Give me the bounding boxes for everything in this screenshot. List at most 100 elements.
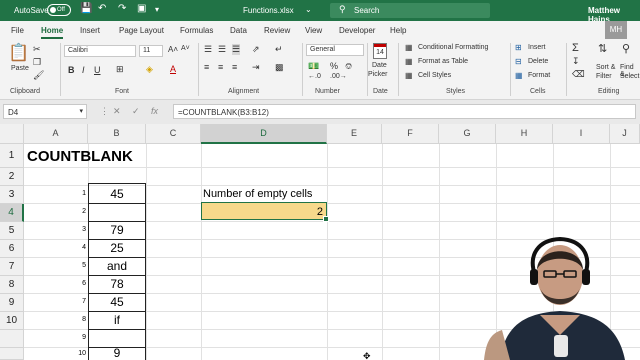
align-bottom-icon[interactable]: ☰ bbox=[232, 44, 241, 55]
tab-insert[interactable]: Insert bbox=[80, 26, 100, 35]
filename-chevron-icon[interactable]: ⌄ bbox=[305, 5, 312, 14]
insert-button[interactable]: Insert bbox=[528, 44, 546, 51]
conditional-formatting-button[interactable]: Conditional Formatting bbox=[418, 44, 488, 51]
percent-icon[interactable]: % bbox=[330, 61, 338, 71]
tab-home[interactable]: Home bbox=[41, 26, 64, 39]
tab-formulas[interactable]: Formulas bbox=[180, 26, 213, 35]
number-format-select[interactable]: General bbox=[306, 44, 364, 56]
align-left-icon[interactable]: ≡ bbox=[204, 62, 209, 72]
underline-icon[interactable]: U bbox=[94, 65, 101, 75]
cell-styles-button[interactable]: Cell Styles bbox=[418, 72, 451, 79]
column-header-b[interactable]: B bbox=[88, 124, 146, 144]
sort-filter-icon[interactable]: ⇅ bbox=[598, 42, 607, 55]
wrap-text-icon[interactable]: ↵ bbox=[275, 44, 283, 55]
grow-font-icon[interactable]: A˄ bbox=[168, 45, 178, 54]
more-options-icon[interactable]: ⋮ bbox=[100, 106, 109, 117]
chevron-down-icon[interactable]: ▾ bbox=[79, 107, 83, 115]
column-header-i[interactable]: I bbox=[553, 124, 610, 144]
row-header-7[interactable]: 7 bbox=[0, 258, 24, 276]
quick-access-icon[interactable]: ▣ bbox=[137, 3, 146, 14]
paste-icon[interactable]: 📋 bbox=[8, 43, 29, 63]
format-as-table-icon[interactable]: ▦ bbox=[405, 57, 413, 66]
date-picker-label-1[interactable]: Date bbox=[372, 62, 387, 69]
align-right-icon[interactable]: ≡ bbox=[232, 62, 237, 72]
font-name-select[interactable]: Calibri bbox=[64, 45, 136, 57]
row-header-10[interactable]: 10 bbox=[0, 312, 24, 330]
fill-icon[interactable]: ↧ bbox=[572, 56, 580, 67]
find-select-icon[interactable]: ⚲ bbox=[622, 42, 630, 55]
align-center-icon[interactable]: ≡ bbox=[218, 62, 223, 72]
row-header-2[interactable]: 2 bbox=[0, 168, 24, 186]
format-as-table-button[interactable]: Format as Table bbox=[418, 58, 468, 65]
clear-icon[interactable]: ⌫ bbox=[572, 69, 585, 80]
column-header-h[interactable]: H bbox=[496, 124, 553, 144]
column-header-e[interactable]: E bbox=[327, 124, 382, 144]
calendar-icon[interactable]: 14 bbox=[373, 43, 387, 59]
save-icon[interactable]: 💾 bbox=[80, 3, 92, 14]
date-picker-label-2[interactable]: Picker bbox=[368, 71, 387, 78]
font-size-select[interactable]: 11 bbox=[139, 45, 163, 57]
customize-toolbar-icon[interactable]: ▾ bbox=[155, 5, 159, 14]
column-header-f[interactable]: F bbox=[382, 124, 439, 144]
filter-label[interactable]: Filter bbox=[596, 73, 612, 80]
tab-help[interactable]: Help bbox=[390, 26, 406, 35]
font-color-icon[interactable]: A bbox=[170, 64, 176, 74]
insert-function-icon[interactable]: fx bbox=[151, 106, 158, 116]
format-cells-icon[interactable]: ▦ bbox=[515, 71, 523, 80]
row-header-11[interactable] bbox=[0, 330, 24, 348]
row-header-5[interactable]: 5 bbox=[0, 222, 24, 240]
copy-icon[interactable]: ❐ bbox=[33, 57, 41, 68]
undo-icon[interactable]: ↶ bbox=[98, 3, 106, 14]
italic-icon[interactable]: I bbox=[82, 65, 85, 75]
row-header-1[interactable]: 1 bbox=[0, 144, 24, 168]
cell-b8[interactable]: 78 bbox=[88, 277, 146, 291]
select-label[interactable]: Select bbox=[620, 73, 639, 80]
enter-icon[interactable]: ✓ bbox=[132, 106, 140, 117]
comma-style-icon[interactable]: ⎊ bbox=[345, 61, 352, 72]
bold-icon[interactable]: B bbox=[68, 65, 75, 75]
cell-b12[interactable]: 9 bbox=[88, 346, 146, 360]
row-header-4[interactable]: 4 bbox=[0, 204, 24, 222]
merge-center-icon[interactable]: ▩ bbox=[275, 62, 284, 73]
increase-decimal-icon[interactable]: ←.0 bbox=[308, 73, 321, 80]
search-box[interactable]: ⚲ Search bbox=[330, 3, 490, 18]
cut-icon[interactable]: ✂ bbox=[33, 44, 41, 55]
row-header-9[interactable]: 9 bbox=[0, 294, 24, 312]
sort-label[interactable]: Sort & bbox=[596, 64, 615, 71]
insert-cells-icon[interactable]: ⊞ bbox=[515, 43, 522, 52]
tab-data[interactable]: Data bbox=[230, 26, 247, 35]
column-header-g[interactable]: G bbox=[439, 124, 496, 144]
column-header-j[interactable]: J bbox=[610, 124, 640, 144]
row-header-8[interactable]: 8 bbox=[0, 276, 24, 294]
column-header-c[interactable]: C bbox=[146, 124, 201, 144]
fill-color-icon[interactable]: ◈ bbox=[146, 64, 153, 75]
cell-b10[interactable]: if bbox=[88, 313, 146, 327]
borders-icon[interactable]: ⊞ bbox=[116, 64, 124, 75]
formula-input[interactable]: =COUNTBLANK(B3:B12) bbox=[173, 104, 636, 119]
tab-review[interactable]: Review bbox=[264, 26, 290, 35]
cell-d3[interactable]: Number of empty cells bbox=[203, 188, 312, 200]
paste-label[interactable]: Paste bbox=[11, 65, 29, 72]
tab-file[interactable]: File bbox=[11, 26, 24, 35]
delete-cells-icon[interactable]: ⊟ bbox=[515, 57, 522, 66]
conditional-formatting-icon[interactable]: ▦ bbox=[405, 43, 413, 52]
cell-b9[interactable]: 45 bbox=[88, 295, 146, 309]
cell-b3[interactable]: 45 bbox=[88, 187, 146, 201]
align-top-icon[interactable]: ☰ bbox=[204, 44, 212, 55]
tab-view[interactable]: View bbox=[305, 26, 322, 35]
tab-page-layout[interactable]: Page Layout bbox=[119, 26, 164, 35]
format-button[interactable]: Format bbox=[528, 72, 550, 79]
cell-d4-selected[interactable]: 2 bbox=[201, 202, 329, 222]
cell-b5[interactable]: 79 bbox=[88, 223, 146, 237]
row-header-6[interactable]: 6 bbox=[0, 240, 24, 258]
row-header-3[interactable]: 3 bbox=[0, 186, 24, 204]
name-box[interactable]: D4 ▾ bbox=[3, 104, 87, 119]
column-header-d[interactable]: D bbox=[201, 124, 327, 144]
autosave-toggle[interactable]: Off bbox=[47, 4, 71, 16]
cell-styles-icon[interactable]: ▦ bbox=[405, 71, 413, 80]
cell-b7[interactable]: and bbox=[88, 259, 146, 273]
row-header-12[interactable] bbox=[0, 348, 24, 360]
align-middle-icon[interactable]: ☰ bbox=[218, 44, 226, 55]
indent-icon[interactable]: ⇥ bbox=[252, 62, 260, 73]
column-header-a[interactable]: A bbox=[24, 124, 88, 144]
